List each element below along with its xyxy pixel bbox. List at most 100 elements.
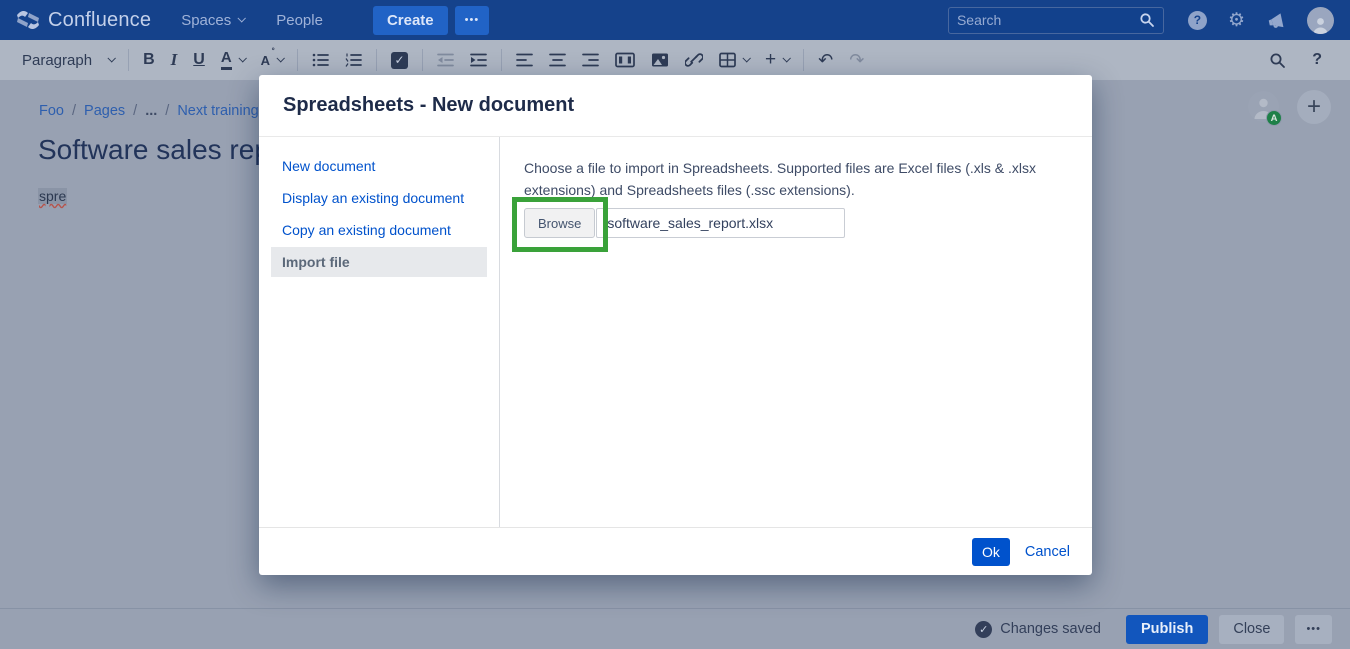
breadcrumb-separator: / xyxy=(165,103,169,119)
indent-icon xyxy=(470,52,487,68)
chevron-down-icon xyxy=(783,54,791,62)
confluence-editor-screen: Confluence Spaces People Create ••• ? ⚙ xyxy=(0,0,1350,649)
insert-image-button[interactable] xyxy=(643,46,677,74)
chevron-down-icon xyxy=(743,54,751,62)
editor-help-button[interactable]: ? xyxy=(1304,46,1330,74)
nav-search-box[interactable] xyxy=(948,7,1164,34)
italic-button[interactable]: I xyxy=(163,46,186,74)
spreadsheets-dialog: Spreadsheets - New document New document… xyxy=(259,75,1092,575)
file-name-input[interactable] xyxy=(596,208,845,238)
create-button[interactable]: Create xyxy=(373,6,448,35)
insert-table-dropdown[interactable] xyxy=(711,46,757,74)
editor-body-text[interactable]: spre xyxy=(38,188,67,204)
task-list-button[interactable]: ✓ xyxy=(383,46,416,74)
ring-glyph: ˚ xyxy=(272,48,275,59)
plus-icon: + xyxy=(1307,93,1321,121)
bottom-more-button[interactable]: ••• xyxy=(1295,615,1332,644)
dialog-footer: Ok Cancel xyxy=(259,527,1092,575)
save-status-label: Changes saved xyxy=(1000,621,1101,637)
underline-button[interactable]: U xyxy=(185,46,213,74)
nav-spaces[interactable]: Spaces xyxy=(181,12,244,29)
outdent-icon xyxy=(437,52,454,68)
browse-button[interactable]: Browse xyxy=(524,208,595,238)
image-icon xyxy=(651,52,669,68)
sidebar-item-copy-existing[interactable]: Copy an existing document xyxy=(271,215,487,245)
toolbar-separator xyxy=(376,49,377,71)
numbered-list-button[interactable] xyxy=(337,46,370,74)
breadcrumb: Foo / Pages / ... / Next training xyxy=(39,103,259,119)
paragraph-style-label: Paragraph xyxy=(22,52,92,69)
search-input[interactable] xyxy=(957,12,1139,28)
check-circle-icon: ✓ xyxy=(975,621,992,638)
bullet-list-button[interactable] xyxy=(304,46,337,74)
find-replace-button[interactable] xyxy=(1261,46,1294,74)
toolbar-separator xyxy=(803,49,804,71)
question-mark-icon: ? xyxy=(1312,51,1322,69)
redo-icon: ↷ xyxy=(849,50,864,71)
text-color-dropdown[interactable]: A xyxy=(213,46,253,74)
task-checkbox-icon: ✓ xyxy=(391,52,408,69)
undo-icon: ↶ xyxy=(818,50,833,71)
nav-more-button[interactable]: ••• xyxy=(455,6,490,35)
dialog-title: Spreadsheets - New document xyxy=(283,94,574,117)
nav-avatar[interactable] xyxy=(1307,7,1334,34)
toolbar-separator xyxy=(128,49,129,71)
redo-button[interactable]: ↷ xyxy=(841,46,872,74)
breadcrumb-separator: / xyxy=(133,103,137,119)
page-title[interactable]: Software sales rep xyxy=(38,134,270,166)
align-left-icon xyxy=(516,52,533,68)
nav-people[interactable]: People xyxy=(276,12,323,29)
dialog-sidebar: New document Display an existing documen… xyxy=(259,137,500,527)
page-layout-icon xyxy=(615,52,635,68)
paragraph-style-dropdown[interactable]: Paragraph xyxy=(14,46,122,74)
page-layout-button[interactable] xyxy=(607,46,643,74)
breadcrumb-link-pages[interactable]: Pages xyxy=(84,103,125,119)
dialog-body: New document Display an existing documen… xyxy=(259,137,1092,527)
breadcrumb-separator: / xyxy=(72,103,76,119)
align-center-button[interactable] xyxy=(541,46,574,74)
align-center-icon xyxy=(549,52,566,68)
confluence-logo[interactable]: Confluence xyxy=(16,9,151,32)
insert-more-dropdown[interactable]: + xyxy=(757,46,797,74)
invite-user-button[interactable]: + xyxy=(1297,90,1331,124)
close-button[interactable]: Close xyxy=(1219,615,1284,644)
align-right-icon xyxy=(582,52,599,68)
publish-button[interactable]: Publish xyxy=(1126,615,1208,644)
outdent-button[interactable] xyxy=(429,46,462,74)
editor-toolbar: Paragraph B I U A A˚ xyxy=(0,40,1350,80)
indent-button[interactable] xyxy=(462,46,495,74)
plus-icon: + xyxy=(765,49,776,71)
align-right-button[interactable] xyxy=(574,46,607,74)
insert-link-button[interactable] xyxy=(677,46,711,74)
nav-spaces-label: Spaces xyxy=(181,12,231,29)
sidebar-item-import-file[interactable]: Import file xyxy=(271,247,487,277)
editing-user-avatar[interactable]: A xyxy=(1248,91,1279,122)
table-icon xyxy=(719,52,736,68)
bullet-list-icon xyxy=(312,52,329,68)
link-icon xyxy=(685,52,703,68)
gear-icon[interactable]: ⚙ xyxy=(1228,11,1245,30)
more-formatting-dropdown[interactable]: A˚ xyxy=(253,46,291,74)
breadcrumb-link-next-training[interactable]: Next training xyxy=(177,103,258,119)
chevron-down-icon xyxy=(238,54,246,62)
import-description: Choose a file to import in Spreadsheets.… xyxy=(524,158,1040,201)
editor-bottom-bar: ✓ Changes saved Publish Close ••• xyxy=(0,608,1350,649)
toolbar-separator xyxy=(422,49,423,71)
dialog-content: Choose a file to import in Spreadsheets.… xyxy=(500,137,1092,527)
dialog-header: Spreadsheets - New document xyxy=(259,75,1092,137)
file-picker-row: Browse xyxy=(524,208,1068,238)
undo-button[interactable]: ↶ xyxy=(810,46,841,74)
align-left-button[interactable] xyxy=(508,46,541,74)
bold-button[interactable]: B xyxy=(135,46,163,74)
breadcrumb-link-foo[interactable]: Foo xyxy=(39,103,64,119)
megaphone-icon[interactable] xyxy=(1266,11,1286,30)
numbered-list-icon xyxy=(345,52,362,68)
ok-button[interactable]: Ok xyxy=(972,538,1010,566)
cancel-button[interactable]: Cancel xyxy=(1025,544,1070,560)
help-icon[interactable]: ? xyxy=(1188,11,1207,30)
breadcrumb-ellipsis[interactable]: ... xyxy=(145,103,157,119)
toolbar-right-group: ? xyxy=(1261,46,1344,74)
sidebar-item-new-document[interactable]: New document xyxy=(271,151,487,181)
help-glyph: ? xyxy=(1194,13,1201,27)
sidebar-item-display-existing[interactable]: Display an existing document xyxy=(271,183,487,213)
